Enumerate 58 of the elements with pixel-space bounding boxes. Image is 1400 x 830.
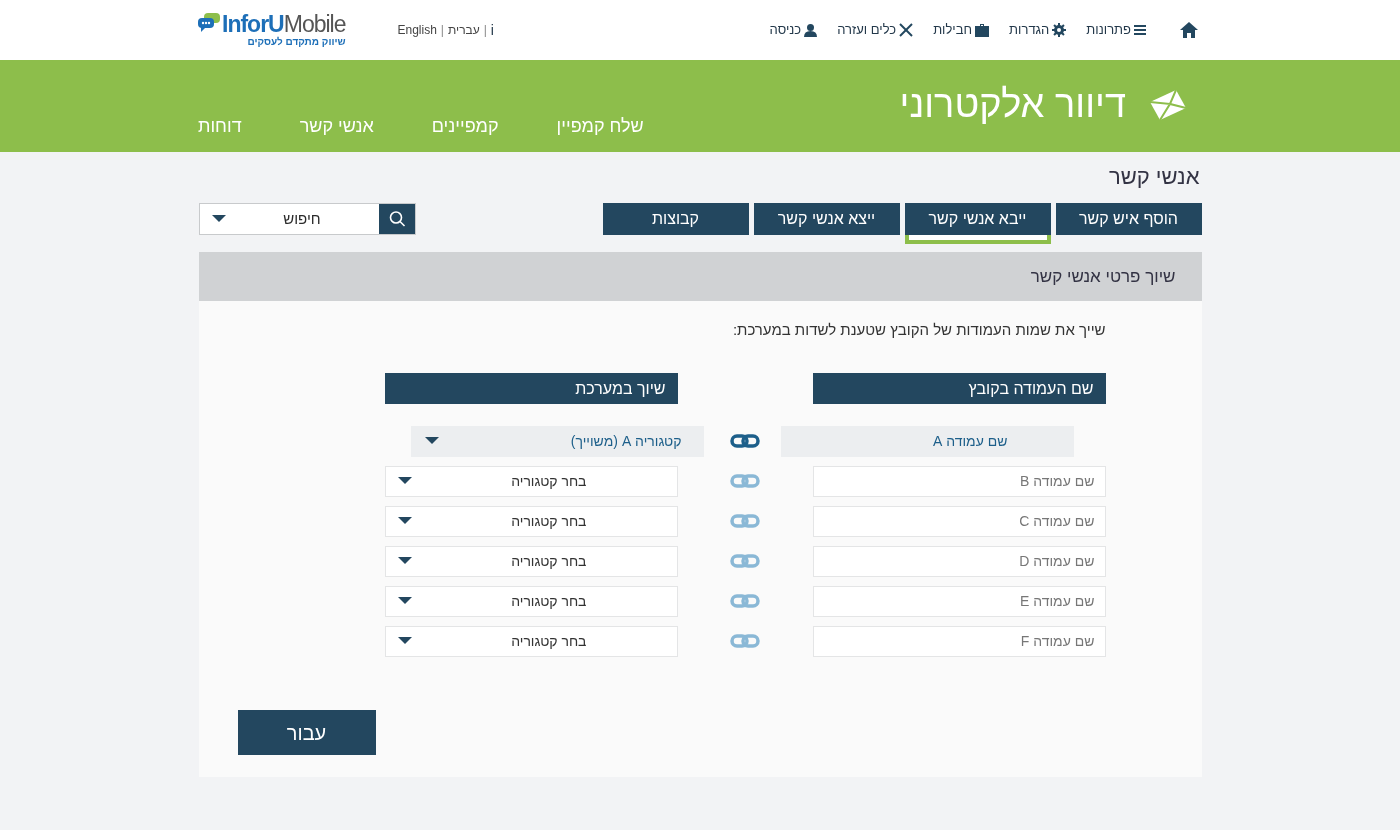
page-title: אנשי קשר	[1108, 163, 1200, 191]
search-field[interactable]: חיפוש	[198, 203, 416, 235]
column-name-field: שם עמודה C	[812, 505, 1106, 537]
caret-icon	[397, 517, 412, 525]
logo-tagline: שיווק מתקדם לעסקים	[247, 37, 346, 47]
category-select[interactable]: קטגוריה A (משוייך)	[410, 425, 704, 457]
column-name-field: שם עמודה D	[812, 545, 1106, 577]
settings-icon	[1052, 23, 1067, 37]
column-name-field: שם עמודה E	[812, 585, 1106, 617]
tab[interactable]: קבוצות	[602, 203, 749, 235]
column-header: שיוך במערכת	[384, 372, 678, 404]
caret-icon	[424, 437, 439, 445]
column-header: שם העמודה בקובץ	[812, 372, 1106, 404]
caret-icon	[397, 557, 412, 565]
banner-title: דיוור אלקטרוני	[899, 85, 1126, 123]
chat-bubbles-icon	[198, 13, 220, 35]
language-link[interactable]: i	[490, 19, 494, 41]
link-icon	[730, 634, 760, 648]
logo-text: InforU	[222, 13, 284, 36]
nav-link[interactable]: הגדרות	[1009, 20, 1067, 40]
nav-link[interactable]: כלים ועזרה	[837, 20, 914, 40]
caret-icon	[211, 215, 226, 223]
category-select[interactable]: בחר קטגוריה	[384, 585, 678, 617]
category-select[interactable]: בחר קטגוריה	[384, 545, 678, 577]
separator: |	[483, 22, 487, 39]
panel-title: שיוך פרטי אנשי קשר	[1030, 265, 1176, 288]
link-icon	[730, 474, 760, 488]
briefcase-icon	[975, 23, 990, 37]
category-select[interactable]: בחר קטגוריה	[384, 625, 678, 657]
user-icon	[804, 23, 818, 37]
submit-button[interactable]: עבור	[237, 710, 376, 755]
tab[interactable]: ייצא אנשי קשר	[753, 203, 900, 235]
instructions-text: שייך את שמות העמודות של הקובץ שטענת לשדות במערכת:	[732, 320, 1106, 340]
category-select[interactable]: בחר קטגוריה	[384, 465, 678, 497]
language-link[interactable]: English	[397, 21, 437, 39]
link-icon	[730, 514, 760, 528]
logo-text: Mobile	[283, 13, 346, 36]
separator: |	[440, 22, 444, 39]
column-name-field: שם עמודה A	[780, 425, 1074, 457]
menu-icon	[1134, 25, 1146, 35]
column-name-field: שם עמודה B	[812, 465, 1106, 497]
envelope-icon	[1148, 88, 1188, 120]
language-link[interactable]: עברית	[447, 21, 480, 39]
tab[interactable]: הוסף איש קשר	[1055, 203, 1202, 235]
caret-icon	[397, 597, 412, 605]
nav-link[interactable]: כניסה	[769, 20, 818, 40]
caret-icon	[397, 477, 412, 485]
nav-link[interactable]: פתרונות	[1086, 20, 1146, 40]
column-name-field: שם עמודה F	[812, 625, 1106, 657]
link-icon	[730, 594, 760, 608]
link-icon	[730, 434, 760, 448]
category-select[interactable]: בחר קטגוריה	[384, 505, 678, 537]
home-icon[interactable]	[1180, 22, 1198, 38]
link-icon	[730, 554, 760, 568]
search-icon	[387, 210, 406, 228]
tools-icon	[899, 23, 914, 37]
caret-icon	[397, 637, 412, 645]
nav-link[interactable]: חבילות	[933, 20, 990, 40]
